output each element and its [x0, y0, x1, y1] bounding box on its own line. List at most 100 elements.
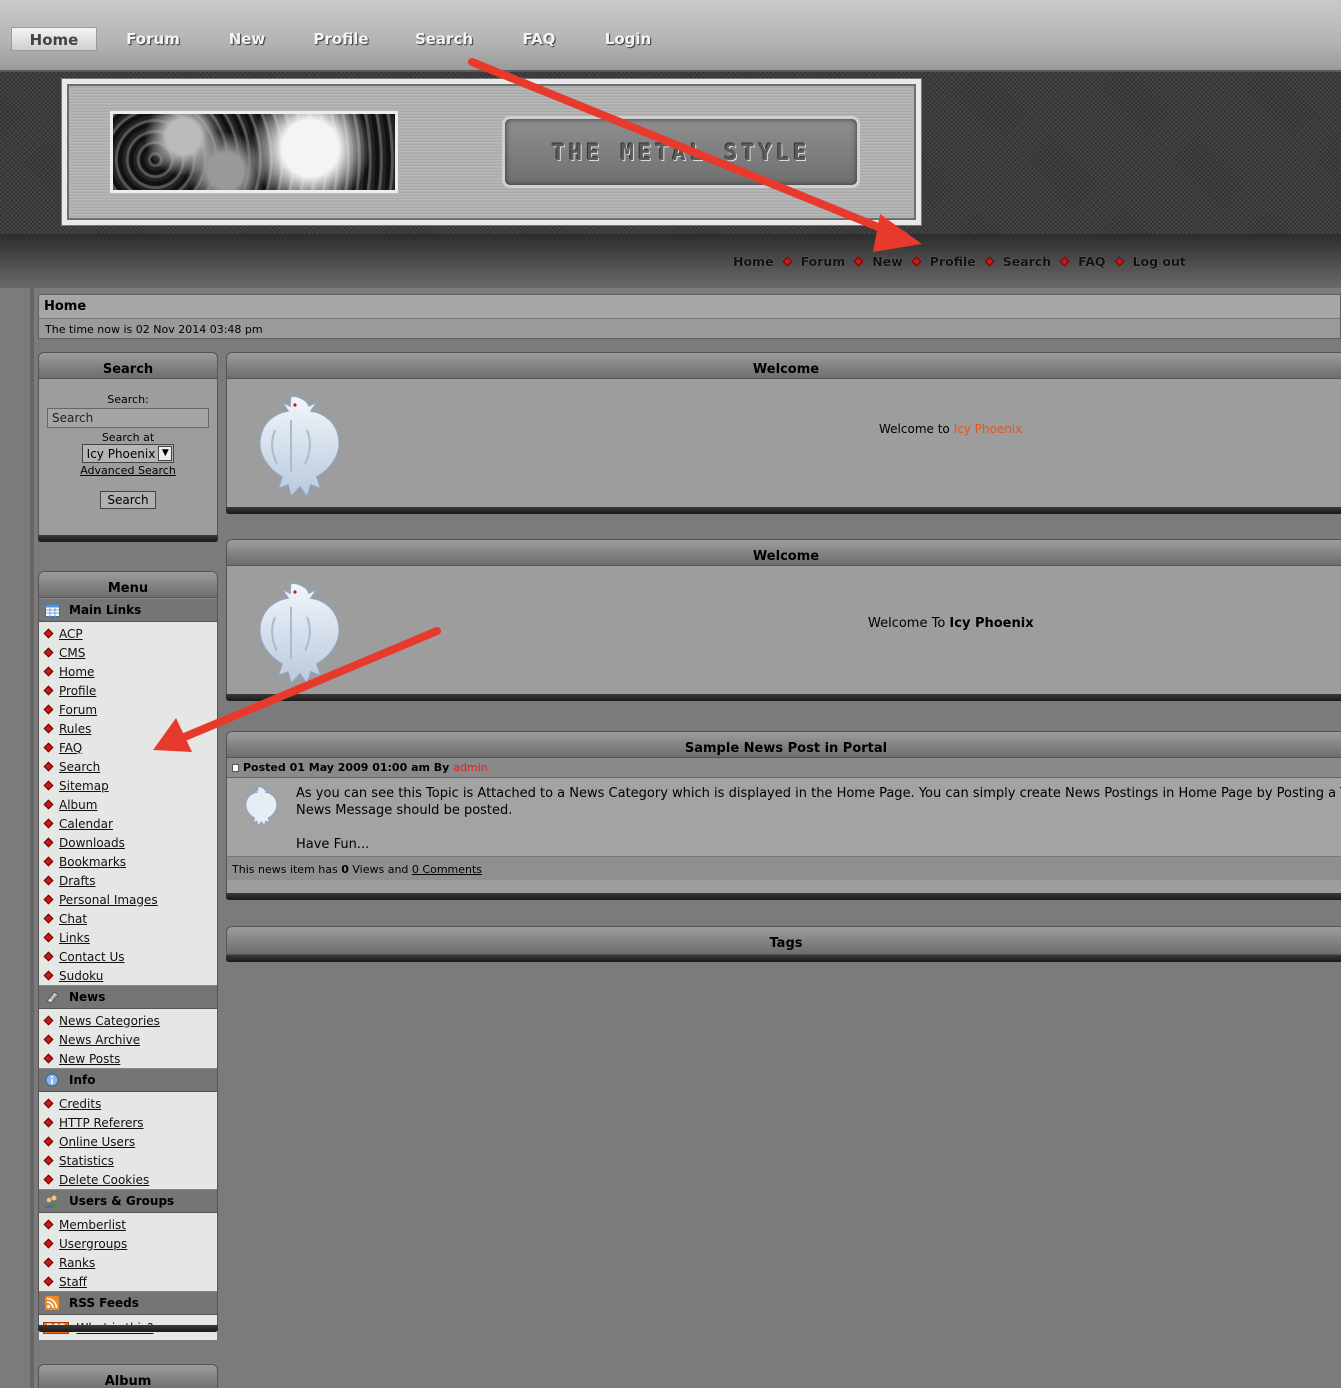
menu-item-main: Sudoku [43, 966, 217, 985]
search-input[interactable] [47, 408, 209, 428]
subnav-new-link[interactable]: New [872, 254, 903, 269]
album-panel-title: Album [39, 1365, 217, 1388]
top-tab-new[interactable]: New [222, 27, 272, 51]
menu-category-main-links: Main Links [39, 598, 217, 622]
menu-category-rss-feeds: RSS Feeds [39, 1291, 217, 1315]
menu-link-album[interactable]: Album [59, 798, 97, 812]
menu-link-memberlist[interactable]: Memberlist [59, 1218, 126, 1232]
menu-link-staff[interactable]: Staff [59, 1275, 87, 1289]
subnav-profile-link[interactable]: Profile [930, 254, 976, 269]
top-tab-home[interactable]: Home [11, 27, 97, 51]
menu-link-drafts[interactable]: Drafts [59, 874, 96, 888]
menu-link-usergroups[interactable]: Usergroups [59, 1237, 127, 1251]
menu-link-links[interactable]: Links [59, 931, 90, 945]
menu-item-users: Usergroups [43, 1234, 217, 1253]
menu-link-delete-cookies[interactable]: Delete Cookies [59, 1173, 149, 1187]
menu-link-home[interactable]: Home [59, 665, 94, 679]
red-diamond-bullet-icon [43, 1257, 54, 1268]
menu-link-news-archive[interactable]: News Archive [59, 1033, 140, 1047]
site-logo-banner[interactable]: THE METAL STYLE [61, 78, 922, 226]
news-links-list: News Categories News Archive New Posts [39, 1009, 217, 1068]
menu-category-label: News [69, 990, 106, 1004]
news-body-line-2: News Message should be posted. [296, 803, 513, 818]
news-meta-row: Posted 01 May 2009 01:00 am By admin [227, 758, 1341, 778]
subnav-logout-link[interactable]: Log out [1133, 254, 1186, 269]
diamond-separator-icon [853, 256, 864, 267]
logo-title-text: THE METAL STYLE [551, 141, 811, 166]
menu-link-new-posts[interactable]: New Posts [59, 1052, 120, 1066]
top-tab-forum[interactable]: Forum [118, 27, 188, 51]
search-button[interactable]: Search [100, 491, 156, 509]
menu-category-info: Info [39, 1068, 217, 1092]
top-tab-search[interactable]: Search [408, 27, 480, 51]
menu-category-label: Main Links [69, 603, 142, 617]
menu-item-main: Chat [43, 909, 217, 928]
menu-link-forum[interactable]: Forum [59, 703, 97, 717]
news-body-line-1: As you can see this Topic is Attached to… [296, 786, 1341, 801]
menu-link-credits[interactable]: Credits [59, 1097, 101, 1111]
search-scope-value: Icy Phoenix [86, 446, 156, 461]
menu-link-rules[interactable]: Rules [59, 722, 91, 736]
menu-link-calendar[interactable]: Calendar [59, 817, 113, 831]
news-body: As you can see this Topic is Attached to… [227, 778, 1341, 856]
search-panel-title: Search [39, 353, 217, 379]
red-diamond-bullet-icon [43, 628, 54, 639]
menu-link-online-users[interactable]: Online Users [59, 1135, 135, 1149]
main-links-list: ACP CMS Home Profile Forum Rules FAQ Search Site… [39, 622, 217, 985]
menu-link-search[interactable]: Search [59, 760, 100, 774]
red-diamond-bullet-icon [43, 1276, 54, 1287]
red-diamond-bullet-icon [43, 894, 54, 905]
red-diamond-bullet-icon [43, 1174, 54, 1185]
panel-footer-bar [38, 1325, 218, 1332]
news-panel: Sample News Post in Portal Posted 01 May… [226, 731, 1341, 900]
menu-link-chat[interactable]: Chat [59, 912, 87, 926]
logo-title-plate: THE METAL STYLE [502, 116, 860, 188]
menu-link-sitemap[interactable]: Sitemap [59, 779, 109, 793]
menu-link-contact-us[interactable]: Contact Us [59, 950, 125, 964]
menu-link-personal-images[interactable]: Personal Images [59, 893, 158, 907]
top-tab-login[interactable]: Login [597, 27, 659, 51]
menu-item-main: Album [43, 795, 217, 814]
news-posted-label: Posted [243, 761, 286, 774]
info-links-list: Credits HTTP Referers Online Users Statisti… [39, 1092, 217, 1189]
menu-link-sudoku[interactable]: Sudoku [59, 969, 103, 983]
menu-item-users: Ranks [43, 1253, 217, 1272]
top-tab-faq[interactable]: FAQ [514, 27, 564, 51]
welcome-panel-1-body: Welcome to Icy Phoenix [227, 380, 1341, 507]
menu-item-main: Personal Images [43, 890, 217, 909]
subnav-forum-link[interactable]: Forum [801, 254, 846, 269]
news-post-title[interactable]: Sample News Post in Portal [227, 732, 1341, 758]
menu-link-ranks[interactable]: Ranks [59, 1256, 95, 1270]
breadcrumb[interactable]: Home [39, 295, 1340, 319]
panel-footer-bar [38, 535, 218, 542]
phoenix-logo-icon [259, 395, 340, 499]
diamond-separator-icon [984, 256, 995, 267]
red-diamond-bullet-icon [43, 913, 54, 924]
menu-link-profile[interactable]: Profile [59, 684, 96, 698]
current-time-text: The time now is 02 Nov 2014 03:48 pm [45, 323, 263, 336]
welcome-prefix-text: Welcome to [879, 422, 954, 436]
logo-artwork-image [110, 111, 398, 193]
menu-link-downloads[interactable]: Downloads [59, 836, 125, 850]
subnav-faq-link[interactable]: FAQ [1078, 254, 1105, 269]
menu-item-main: Home [43, 662, 217, 681]
search-scope-select[interactable]: Icy Phoenix ▼ [81, 444, 175, 463]
menu-link-acp[interactable]: ACP [59, 627, 83, 641]
menu-link-news-categories[interactable]: News Categories [59, 1014, 160, 1028]
red-diamond-bullet-icon [43, 742, 54, 753]
advanced-search-link[interactable]: Advanced Search [80, 464, 176, 477]
subnav-search-link[interactable]: Search [1003, 254, 1051, 269]
welcome-panel-2: Welcome Welcome To Icy Phoenix [226, 539, 1341, 701]
menu-link-faq[interactable]: FAQ [59, 741, 82, 755]
news-author-link[interactable]: admin [453, 761, 487, 774]
menu-category-news: News [39, 985, 217, 1009]
news-comments-link[interactable]: 0 Comments [412, 863, 482, 876]
news-date: 01 May 2009 01:00 am [289, 761, 430, 774]
menu-link-http-referers[interactable]: HTTP Referers [59, 1116, 144, 1130]
subnav-home-link[interactable]: Home [733, 254, 774, 269]
top-tab-profile[interactable]: Profile [307, 27, 375, 51]
menu-link-cms[interactable]: CMS [59, 646, 85, 660]
menu-link-bookmarks[interactable]: Bookmarks [59, 855, 126, 869]
menu-link-statistics[interactable]: Statistics [59, 1154, 114, 1168]
menu-item-info: Online Users [43, 1132, 217, 1151]
